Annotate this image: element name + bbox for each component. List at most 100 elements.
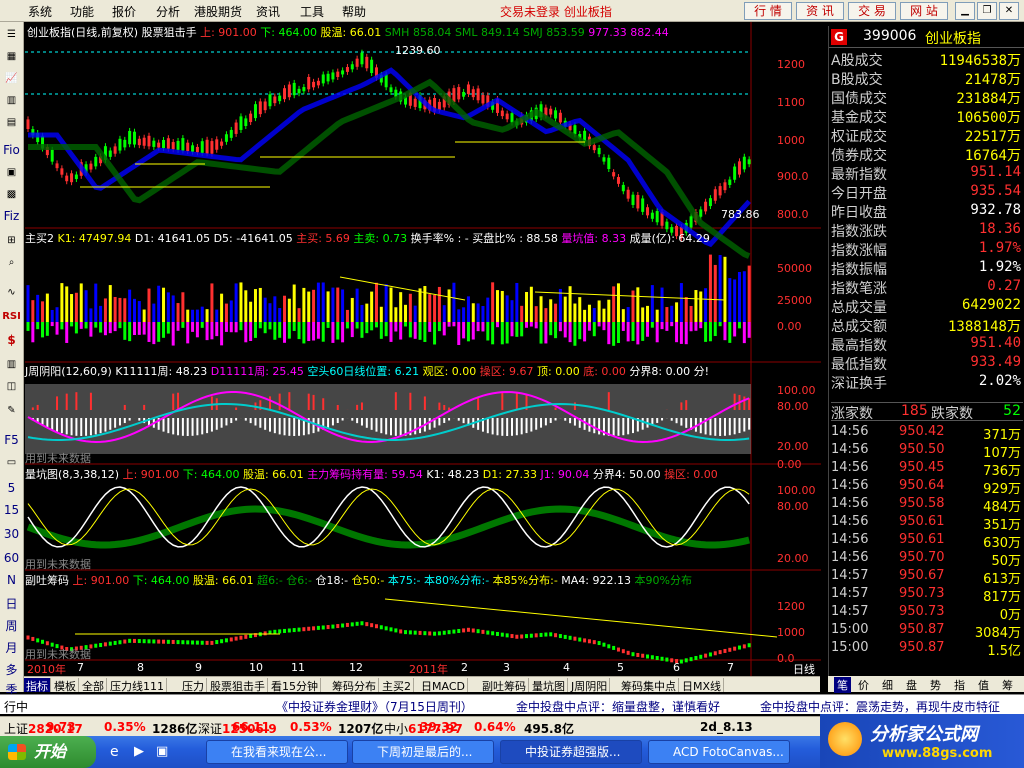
indicator-tab[interactable]: 副吐筹码: [480, 678, 529, 693]
news-mid[interactable]: 金中投盘中点评：缩量盘整，谨慎看好: [516, 698, 720, 715]
menu-quote[interactable]: 报价: [112, 3, 136, 20]
tick-row[interactable]: 15:00 950.87 1.5亿: [831, 640, 1023, 659]
indicator-tab[interactable]: 量坑图: [530, 678, 568, 693]
indicator-tab[interactable]: 模板: [52, 678, 79, 693]
quote-button[interactable]: 行 情: [744, 2, 792, 20]
grid-icon[interactable]: ▦: [2, 48, 21, 65]
news-ticker[interactable]: 行中 《中投证券金理财》（7月15日周刊） 金中投盘中点评：缩量盘整，谨慎看好 …: [0, 694, 1024, 714]
indicator-tab[interactable]: 筹码分布: [330, 678, 379, 693]
period-week[interactable]: 周: [2, 618, 21, 635]
panel2-mpb: 买盘比% : 88.58: [472, 232, 558, 245]
kline-icon[interactable]: ▥: [2, 92, 21, 109]
task-2[interactable]: 下周初是最后的...: [352, 740, 494, 764]
right-tab[interactable]: 势: [930, 677, 941, 693]
media-icon[interactable]: ▶: [134, 744, 144, 759]
chart-area[interactable]: 创业板指(日线,前复权) 股票狙击手 上: 901.00 下: 464.00 股…: [25, 22, 821, 692]
indicator-tab[interactable]: 主买2: [380, 678, 414, 693]
f11-button[interactable]: Fiz: [2, 208, 21, 225]
menu-tools[interactable]: 工具: [300, 3, 324, 20]
menu-function[interactable]: 功能: [70, 3, 94, 20]
right-tab[interactable]: 细: [882, 677, 893, 693]
indicator-tab[interactable]: 压力线111: [108, 678, 167, 693]
period-month[interactable]: 月: [2, 640, 21, 657]
calendar-icon[interactable]: ▣: [2, 164, 21, 181]
right-tab[interactable]: 笔: [834, 677, 851, 693]
histogram-bar-red: [515, 392, 518, 410]
tick-row[interactable]: 14:56 950.58 484万: [831, 496, 1023, 515]
ie-icon[interactable]: e: [110, 744, 119, 760]
menu-info[interactable]: 资讯: [256, 3, 280, 20]
info-button[interactable]: 资 讯: [796, 2, 844, 20]
desktop-icon[interactable]: ▣: [156, 744, 168, 759]
search-icon[interactable]: ⌕: [2, 254, 21, 271]
rsi-button[interactable]: RSI: [2, 308, 21, 325]
edit-icon[interactable]: ▭: [2, 454, 21, 471]
index-g-icon[interactable]: G: [831, 29, 847, 45]
f5-button[interactable]: F5: [2, 432, 21, 449]
tick-row[interactable]: 14:56 950.45 736万: [831, 460, 1023, 479]
indicator-tab[interactable]: 指标: [24, 678, 51, 693]
period-15min[interactable]: 15: [2, 502, 21, 519]
list-icon[interactable]: ☰: [2, 26, 21, 43]
money-icon[interactable]: $: [2, 332, 21, 349]
tick-row[interactable]: 14:56 950.70 50万: [831, 550, 1023, 569]
news-right[interactable]: 金中投盘中点评：震荡走势，再现牛皮市特征: [760, 698, 1000, 715]
compare-icon[interactable]: ⊞: [2, 232, 21, 249]
tick-row[interactable]: 14:56 950.50 107万: [831, 442, 1023, 461]
indicator-tab[interactable]: 全部: [80, 678, 107, 693]
news-center[interactable]: 《中投证券金理财》（7月15日周刊）: [276, 698, 473, 715]
book-icon[interactable]: ▥: [2, 356, 21, 373]
period-5min[interactable]: 5: [2, 480, 21, 497]
pen-icon[interactable]: ✎: [2, 402, 21, 419]
tick-row[interactable]: 14:57 950.67 613万: [831, 568, 1023, 587]
volume-neg-bar: [592, 322, 596, 337]
indicator-tab[interactable]: 压力: [180, 678, 207, 693]
right-tab[interactable]: 盘: [906, 677, 917, 693]
histogram-bar: [598, 418, 601, 435]
start-button[interactable]: 开始: [0, 736, 96, 768]
indicator-tab[interactable]: 日MX线: [680, 678, 725, 693]
indicator-tab[interactable]: J周阴阳: [569, 678, 611, 693]
menu-system[interactable]: 系统: [28, 3, 52, 20]
menu-hk-futures[interactable]: 港股期货: [194, 3, 242, 20]
trade-button[interactable]: 交 易: [848, 2, 896, 20]
tick-row[interactable]: 14:56 950.61 351万: [831, 514, 1023, 533]
task-1[interactable]: 在我看来现在公...: [206, 740, 348, 764]
menu-analysis[interactable]: 分析: [156, 3, 180, 20]
website-button[interactable]: 网 站: [900, 2, 948, 20]
tick-row[interactable]: 14:56 950.64 929万: [831, 478, 1023, 497]
right-tab[interactable]: 筹: [1002, 677, 1013, 693]
right-tab[interactable]: 指: [954, 677, 965, 693]
tick-row[interactable]: 14:57 950.73 0万: [831, 604, 1023, 623]
line-chart-icon[interactable]: 📈: [2, 70, 21, 87]
tick-row[interactable]: 14:57 950.73 817万: [831, 586, 1023, 605]
indicator-tab[interactable]: 股票狙击手: [208, 678, 268, 693]
window-icon[interactable]: ◫: [2, 378, 21, 395]
table-icon[interactable]: ▤: [2, 114, 21, 131]
task-4[interactable]: ACD FotoCanvas...: [648, 740, 790, 764]
period-n[interactable]: N: [2, 572, 21, 589]
indicator-tab[interactable]: 看15分钟: [269, 678, 321, 693]
task-3[interactable]: 中投证券超强版...: [500, 740, 642, 764]
report-icon[interactable]: ▩: [2, 186, 21, 203]
f10-button[interactable]: Fio: [2, 142, 21, 159]
restore-icon[interactable]: ❐: [977, 2, 997, 20]
tick-row[interactable]: 15:00 950.87 3084万: [831, 622, 1023, 641]
tick-row[interactable]: 14:56 950.42 371万: [831, 424, 1023, 443]
menu-help[interactable]: 帮助: [342, 3, 366, 20]
right-tab[interactable]: 值: [978, 677, 989, 693]
indicator-tab[interactable]: 筹码集中点: [619, 678, 679, 693]
indicator-tab[interactable]: 日MACD: [419, 678, 468, 693]
chip-candle: [26, 635, 30, 640]
right-tab[interactable]: 价: [858, 677, 869, 693]
minimize-icon[interactable]: ▁: [955, 2, 975, 20]
period-multi[interactable]: 多: [2, 662, 21, 679]
volume-neg-bar: [99, 322, 103, 333]
period-60min[interactable]: 60: [2, 550, 21, 567]
tick-row[interactable]: 14:56 950.61 630万: [831, 532, 1023, 551]
period-day[interactable]: 日: [2, 596, 21, 613]
wave-icon[interactable]: ∿: [2, 284, 21, 301]
close-icon[interactable]: ✕: [999, 2, 1019, 20]
period-30min[interactable]: 30: [2, 526, 21, 543]
histogram-bar: [273, 418, 276, 434]
